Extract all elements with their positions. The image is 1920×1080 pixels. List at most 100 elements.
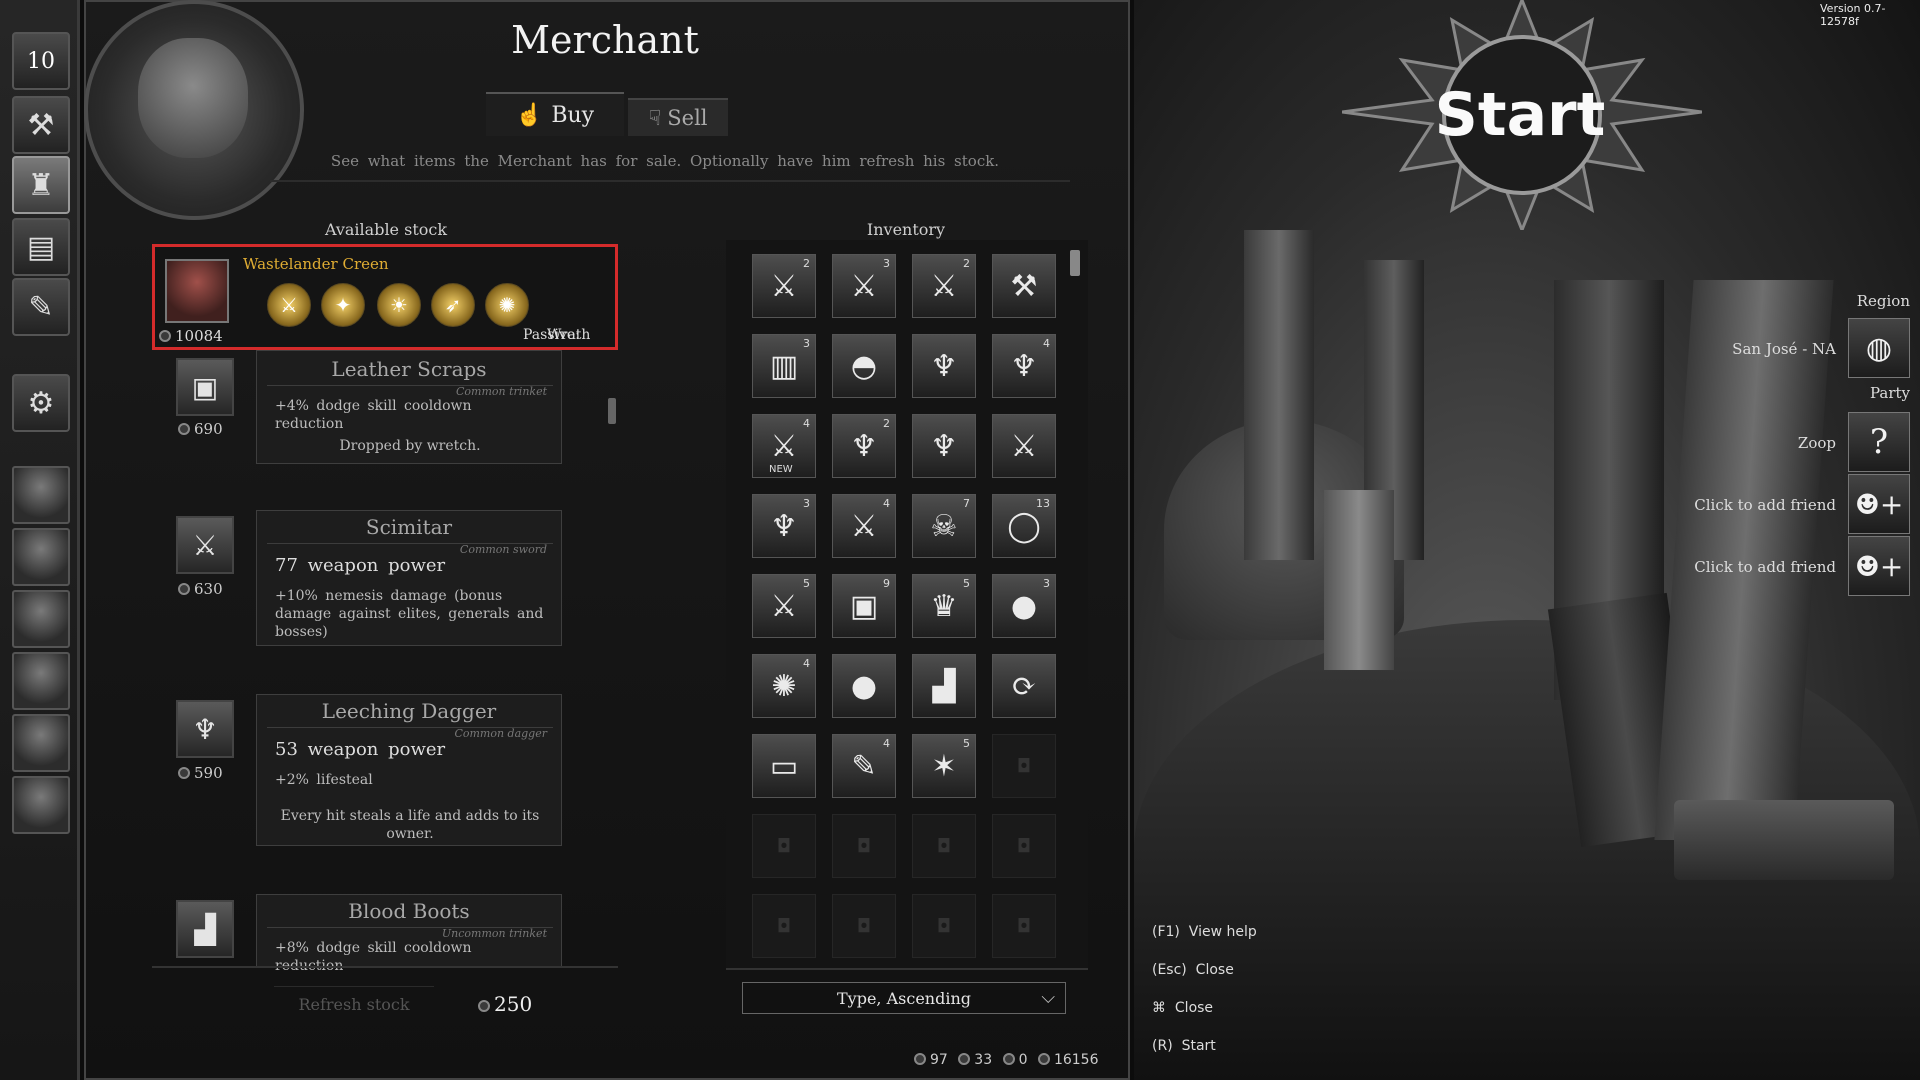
sort-dropdown[interactable]: Type, Ascending ⌵ bbox=[742, 982, 1066, 1014]
empty-inventory-slot[interactable]: ◘ bbox=[832, 814, 896, 878]
inventory-slot[interactable]: ▣ 9 bbox=[832, 574, 896, 638]
close-hint[interactable]: (Esc) Close bbox=[1152, 962, 1234, 978]
inventory-slot[interactable]: ▥ 3 bbox=[752, 334, 816, 398]
item-icon: ▣ bbox=[849, 588, 879, 624]
inventory-slot[interactable]: ⚔ 5 bbox=[752, 574, 816, 638]
hammer-icon[interactable]: ⚒ bbox=[12, 96, 70, 154]
empty-inventory-slot[interactable]: ◘ bbox=[992, 894, 1056, 958]
empty-inventory-slot[interactable]: ◘ bbox=[992, 814, 1056, 878]
inventory-slot[interactable]: ✎ 4 bbox=[832, 734, 896, 798]
skill-rune-icon[interactable]: ⚔ bbox=[267, 283, 311, 327]
stock-divider bbox=[152, 966, 618, 968]
inventory-slot[interactable]: ⚔ 4 bbox=[832, 494, 896, 558]
inventory-slot[interactable]: ♆ 4 bbox=[992, 334, 1056, 398]
skill-rune-icon[interactable]: ✦ bbox=[321, 283, 365, 327]
item-card-leather-scraps[interactable]: Leather Scraps Common trinket +4% dodge … bbox=[256, 350, 562, 464]
coin-icon bbox=[159, 330, 171, 342]
item-price: 590 bbox=[178, 764, 223, 782]
featured-stock-item[interactable]: Wastelander Creen ⚔ ✦ ☀ ➶ ✺ 10084 Passiv… bbox=[152, 244, 618, 350]
inventory-slot[interactable]: ⚔ bbox=[992, 414, 1056, 478]
scimitar-icon[interactable]: ⚔ bbox=[176, 516, 234, 574]
inventory-slot[interactable]: ▭ bbox=[752, 734, 816, 798]
empty-inventory-slot[interactable]: ◘ bbox=[752, 814, 816, 878]
chest-icon[interactable]: ▤ bbox=[12, 218, 70, 276]
refresh-stock-button[interactable]: Refresh stock bbox=[274, 986, 434, 1022]
leather-scraps-icon[interactable]: ▣ bbox=[176, 358, 234, 416]
empty-inventory-slot[interactable]: ◘ bbox=[912, 894, 976, 958]
pouch-icon[interactable]: ♜ bbox=[12, 156, 70, 214]
item-card-blood-boots[interactable]: Blood Boots Uncommon trinket +8% dodge s… bbox=[256, 894, 562, 974]
inventory-slot[interactable]: ⚔ 3 bbox=[832, 254, 896, 318]
start-hint[interactable]: (R) Start bbox=[1152, 1038, 1216, 1054]
globe-icon[interactable]: ◍ bbox=[1848, 318, 1910, 378]
item-card-scimitar[interactable]: Scimitar Common sword 77 weapon power +1… bbox=[256, 510, 562, 646]
skill-rune-icon[interactable]: ✺ bbox=[485, 283, 529, 327]
add-friend-icon[interactable]: ☻+ bbox=[1848, 474, 1910, 534]
inventory-slot[interactable]: ☠ 7 bbox=[912, 494, 976, 558]
inventory-slot[interactable]: ● bbox=[832, 654, 896, 718]
empty-inventory-slot[interactable]: ◘ bbox=[912, 814, 976, 878]
empty-inventory-slot[interactable]: ◘ bbox=[992, 734, 1056, 798]
inventory-slot[interactable]: ◓ bbox=[832, 334, 896, 398]
inventory-slot[interactable]: ♆ 3 bbox=[752, 494, 816, 558]
add-friend-label[interactable]: Click to add friend bbox=[1640, 558, 1836, 576]
inventory-slot[interactable]: ♆ 2 bbox=[832, 414, 896, 478]
item-icon: ⚔ bbox=[930, 268, 958, 304]
stone-block bbox=[1324, 490, 1394, 670]
item-card-leeching-dagger[interactable]: Leeching Dagger Common dagger 53 weapon … bbox=[256, 694, 562, 846]
stock-scrollbar[interactable] bbox=[608, 398, 616, 424]
level-badge[interactable]: 10 bbox=[12, 32, 70, 90]
inventory-slot[interactable]: ✺ 4 bbox=[752, 654, 816, 718]
item-description: Dropped by wretch. bbox=[339, 438, 481, 454]
coin-icon bbox=[914, 1053, 926, 1065]
pouch-icon: ◘ bbox=[1016, 915, 1032, 937]
inventory-scrollbar[interactable] bbox=[1070, 250, 1080, 276]
tab-sell[interactable]: ☟ Sell bbox=[628, 98, 728, 136]
hero-portrait-5[interactable] bbox=[12, 714, 70, 772]
item-stat: +8% dodge skill cooldown reduction bbox=[275, 940, 472, 974]
question-icon[interactable]: ? bbox=[1848, 412, 1910, 472]
inventory-slot[interactable]: ⚒ bbox=[992, 254, 1056, 318]
item-icon: ✎ bbox=[851, 748, 877, 784]
skill-rune-icon[interactable]: ➶ bbox=[431, 283, 475, 327]
inventory-slot[interactable]: ♛ 5 bbox=[912, 574, 976, 638]
add-friend-icon[interactable]: ☻+ bbox=[1848, 536, 1910, 596]
hero-portrait-4[interactable] bbox=[12, 652, 70, 710]
start-button[interactable]: Start bbox=[1420, 80, 1620, 150]
divider bbox=[270, 180, 1070, 182]
inventory-slot[interactable]: ◯ 13 bbox=[992, 494, 1056, 558]
inventory-slot[interactable]: ♆ bbox=[912, 334, 976, 398]
help-hint[interactable]: (F1) View help bbox=[1152, 924, 1257, 940]
inventory-slot[interactable]: ♆ bbox=[912, 414, 976, 478]
inventory-slot[interactable]: ⚔ 2 bbox=[752, 254, 816, 318]
leeching-dagger-icon[interactable]: ♆ bbox=[176, 700, 234, 758]
inventory-slot[interactable]: ⚔ 4 NEW bbox=[752, 414, 816, 478]
inventory-slot[interactable]: ● 3 bbox=[992, 574, 1056, 638]
tab-buy[interactable]: ☝ Buy bbox=[486, 92, 624, 136]
empty-inventory-slot[interactable]: ◘ bbox=[752, 894, 816, 958]
skill-rune-icon[interactable]: ☀ bbox=[377, 283, 421, 327]
hero-portrait-1[interactable] bbox=[12, 466, 70, 524]
inventory-slot[interactable]: ⚔ 2 bbox=[912, 254, 976, 318]
hero-portrait-2[interactable] bbox=[12, 528, 70, 586]
inventory-slot[interactable]: ✶ 5 bbox=[912, 734, 976, 798]
empty-inventory-slot[interactable]: ◘ bbox=[832, 894, 896, 958]
item-name: Leather Scraps bbox=[331, 357, 487, 381]
gear-icon[interactable]: ⚙ bbox=[12, 374, 70, 432]
item-name: Blood Boots bbox=[348, 899, 470, 923]
item-type: Common sword bbox=[459, 543, 547, 556]
inventory-slot[interactable]: ▟ bbox=[912, 654, 976, 718]
inventory-slot[interactable]: ⟳ bbox=[992, 654, 1056, 718]
quill-icon[interactable]: ✎ bbox=[12, 278, 70, 336]
pouch-icon: ◘ bbox=[1016, 835, 1032, 857]
mouse-close-hint[interactable]: ⌘ Close bbox=[1152, 1000, 1213, 1016]
hero-portrait-6[interactable] bbox=[12, 776, 70, 834]
add-friend-label[interactable]: Click to add friend bbox=[1640, 496, 1836, 514]
blood-boots-icon[interactable]: ▟ bbox=[176, 900, 234, 958]
gold-icon bbox=[1037, 1053, 1050, 1065]
party-member-name: Zoop bbox=[1797, 434, 1836, 452]
item-icon: ⚔ bbox=[770, 588, 798, 624]
hero-portrait-3[interactable] bbox=[12, 590, 70, 648]
item-icon: ◓ bbox=[850, 348, 878, 384]
item-price-value: 590 bbox=[194, 764, 223, 782]
